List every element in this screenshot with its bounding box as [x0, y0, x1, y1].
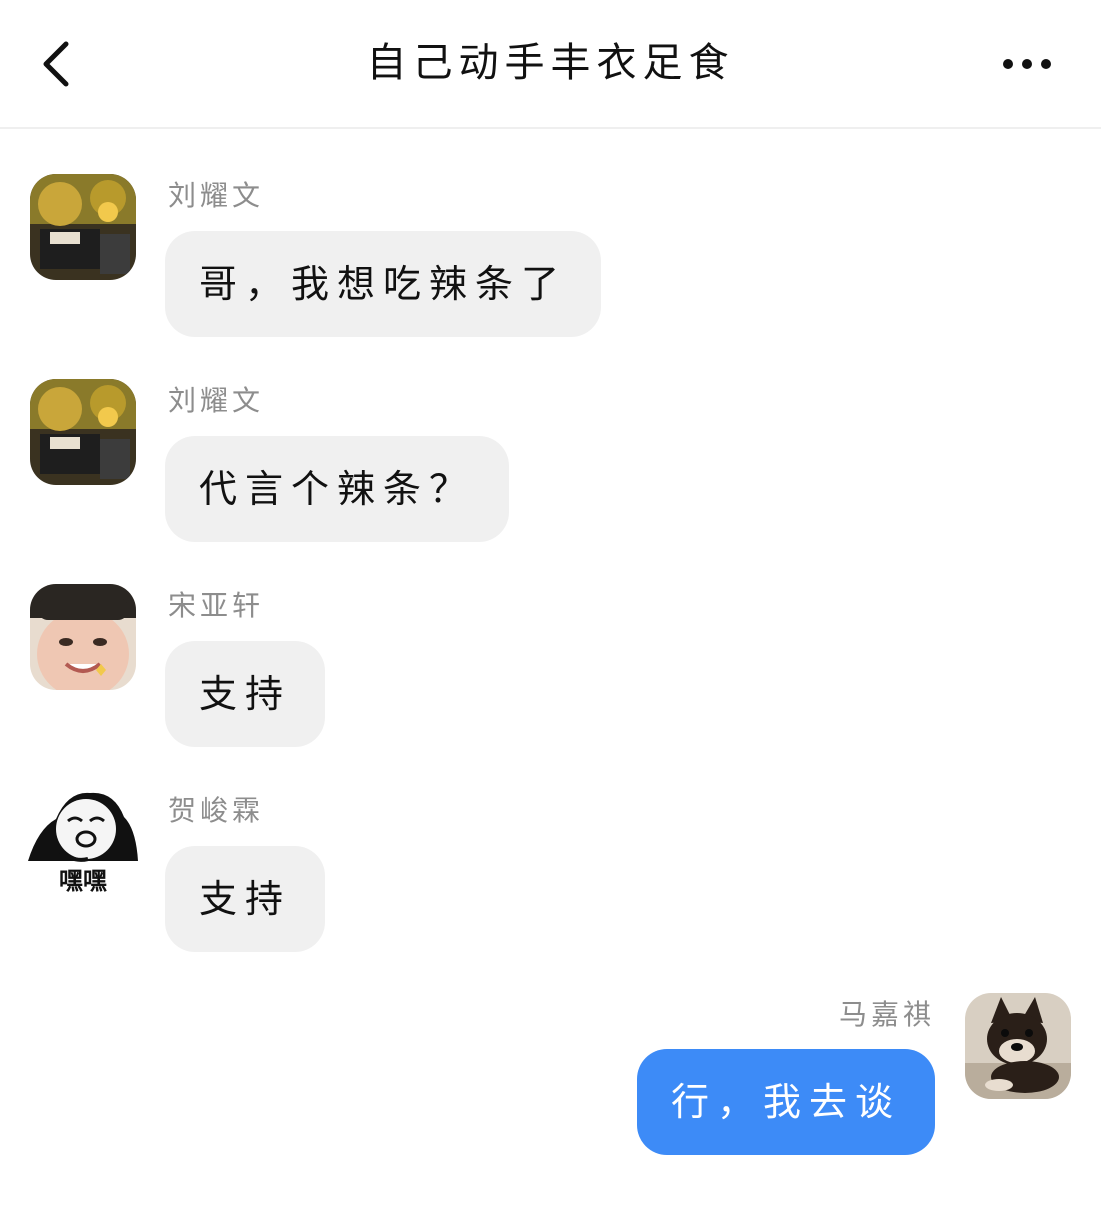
message-bubble[interactable]: 支持 — [165, 641, 326, 747]
sender-name: 刘耀文 — [168, 384, 265, 417]
more-options-button[interactable] — [994, 44, 1064, 84]
my-message-bubble[interactable]: 行，我去谈 — [636, 1049, 935, 1155]
shiba-dog-avatar — [965, 993, 1071, 1099]
message-bubble[interactable]: 哥，我想吃辣条了 — [165, 231, 602, 337]
sender-name: 宋亚轩 — [168, 589, 265, 622]
chat-header: 自己动手丰衣足食 — [0, 0, 1101, 129]
sender-avatar[interactable]: 嘿嘿 — [28, 789, 138, 899]
sender-avatar[interactable] — [30, 174, 136, 280]
back-button[interactable] — [30, 36, 84, 92]
chat-title: 自己动手丰衣足食 — [366, 40, 735, 86]
photo-boy-yellow-avatar — [30, 379, 136, 485]
sender-name: 贺峻霖 — [168, 794, 265, 827]
sender-avatar[interactable] — [30, 379, 136, 485]
sender-name: 刘耀文 — [168, 179, 265, 212]
sender-name: 马嘉祺 — [838, 998, 935, 1031]
chevron-left-icon — [43, 41, 69, 87]
message-bubble[interactable]: 支持 — [165, 846, 326, 952]
photo-boy-yellow-avatar — [30, 174, 136, 280]
my-avatar[interactable] — [965, 993, 1071, 1099]
panda-meme-avatar — [28, 789, 138, 869]
more-dots-icon — [1003, 59, 1051, 69]
avatar-caption: 嘿嘿 — [59, 867, 107, 895]
smiling-boy-avatar — [30, 584, 136, 690]
sender-avatar[interactable] — [30, 584, 136, 690]
message-bubble[interactable]: 代言个辣条？ — [165, 436, 510, 542]
